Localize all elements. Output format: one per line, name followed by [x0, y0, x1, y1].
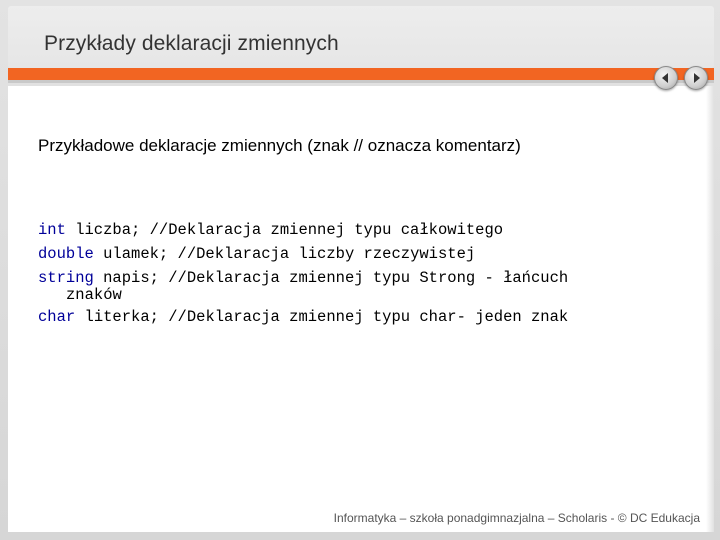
code-text: ulamek; //Deklaracja liczby rzeczywistej — [93, 245, 476, 263]
arrow-right-icon — [694, 73, 700, 83]
code-keyword: int — [38, 221, 66, 239]
code-line-char: char literka; //Deklaracja zmiennej typu… — [38, 305, 678, 329]
slide-title: Przykłady deklaracji zmiennych — [44, 32, 339, 55]
previous-slide-button[interactable] — [654, 66, 678, 90]
footer-credit: Informatyka – szkoła ponadgimnazjalna – … — [333, 511, 700, 525]
slide-navigation — [654, 66, 708, 90]
code-keyword: double — [38, 245, 94, 263]
code-block: int liczba; //Deklaracja zmiennej typu c… — [38, 218, 678, 329]
code-keyword: string — [38, 269, 94, 287]
code-text: napis; //Deklaracja zmiennej typu Strong… — [93, 269, 569, 287]
code-keyword: char — [38, 308, 76, 326]
code-line-double: double ulamek; //Deklaracja liczby rzecz… — [38, 242, 678, 266]
code-text: liczba; //Deklaracja zmiennej typu całko… — [65, 221, 504, 239]
code-line-int: int liczba; //Deklaracja zmiennej typu c… — [38, 218, 678, 242]
accent-bar — [8, 68, 714, 83]
code-text: literka; //Deklaracja zmiennej typu char… — [75, 308, 569, 326]
intro-text: Przykładowe deklaracje zmiennych (znak /… — [38, 136, 521, 155]
next-slide-button[interactable] — [684, 66, 708, 90]
arrow-left-icon — [662, 73, 668, 83]
